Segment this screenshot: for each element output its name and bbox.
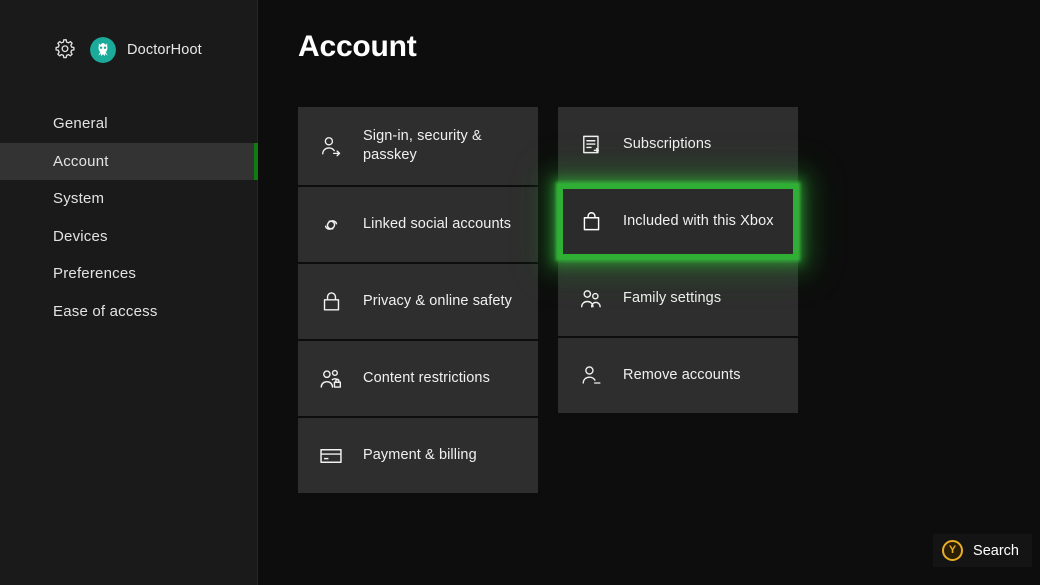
people-lock-icon <box>317 365 345 393</box>
tile-payment-billing[interactable]: Payment & billing <box>298 418 538 493</box>
person-minus-icon <box>577 362 605 390</box>
tile-remove-accounts[interactable]: Remove accounts <box>558 338 798 413</box>
link-rings-icon <box>317 211 345 239</box>
settings-tile-grid: Sign-in, security & passkey Linked socia… <box>298 107 844 493</box>
sidebar-item-label: Preferences <box>53 265 136 282</box>
profile-row[interactable]: DoctorHoot <box>0 33 258 67</box>
document-list-icon <box>577 131 605 159</box>
tile-column-right: Subscriptions Included with this Xbox <box>558 107 798 493</box>
tile-linked-social-accounts[interactable]: Linked social accounts <box>298 187 538 262</box>
search-button[interactable]: Y Search <box>933 534 1032 567</box>
person-arrow-icon <box>317 132 345 160</box>
sidebar-item-label: Ease of access <box>53 303 158 320</box>
tile-label: Payment & billing <box>363 446 477 465</box>
search-label: Search <box>973 543 1019 559</box>
tile-column-left: Sign-in, security & passkey Linked socia… <box>298 107 538 493</box>
credit-card-icon <box>317 442 345 470</box>
shopping-bag-icon <box>577 208 605 236</box>
tile-included-with-this-xbox[interactable]: Included with this Xbox <box>558 184 798 259</box>
sidebar-item-preferences[interactable]: Preferences <box>0 255 258 293</box>
tile-label: Subscriptions <box>623 135 711 154</box>
sidebar: DoctorHoot General Account System Device… <box>0 0 258 585</box>
tile-content-restrictions[interactable]: Content restrictions <box>298 341 538 416</box>
y-button-icon: Y <box>942 540 963 561</box>
gamertag-label: DoctorHoot <box>127 42 202 58</box>
tile-label: Linked social accounts <box>363 215 511 234</box>
tile-family-settings[interactable]: Family settings <box>558 261 798 336</box>
tile-sign-in-security-passkey[interactable]: Sign-in, security & passkey <box>298 107 538 185</box>
sidebar-item-account[interactable]: Account <box>0 143 258 181</box>
sidebar-item-label: Devices <box>53 228 108 245</box>
tile-label: Family settings <box>623 289 721 308</box>
avatar[interactable] <box>90 37 116 63</box>
sidebar-item-general[interactable]: General <box>0 105 258 143</box>
sidebar-item-system[interactable]: System <box>0 180 258 218</box>
sidebar-item-devices[interactable]: Devices <box>0 218 258 256</box>
tile-label: Content restrictions <box>363 369 490 388</box>
gear-icon[interactable] <box>52 37 78 63</box>
tile-label: Remove accounts <box>623 366 741 385</box>
sidebar-item-ease-of-access[interactable]: Ease of access <box>0 293 258 331</box>
padlock-icon <box>317 288 345 316</box>
main-content: Account Sign-in, security & passkey <box>258 0 1040 585</box>
tile-label: Included with this Xbox <box>623 212 774 231</box>
sidebar-nav: General Account System Devices Preferenc… <box>0 105 258 330</box>
two-people-icon <box>577 285 605 313</box>
tile-subscriptions[interactable]: Subscriptions <box>558 107 798 182</box>
tile-label: Privacy & online safety <box>363 292 512 311</box>
tile-privacy-online-safety[interactable]: Privacy & online safety <box>298 264 538 339</box>
tile-label: Sign-in, security & passkey <box>363 127 538 165</box>
sidebar-item-label: System <box>53 190 104 207</box>
sidebar-item-label: Account <box>53 153 109 170</box>
sidebar-item-label: General <box>53 115 108 132</box>
page-title: Account <box>298 30 417 64</box>
